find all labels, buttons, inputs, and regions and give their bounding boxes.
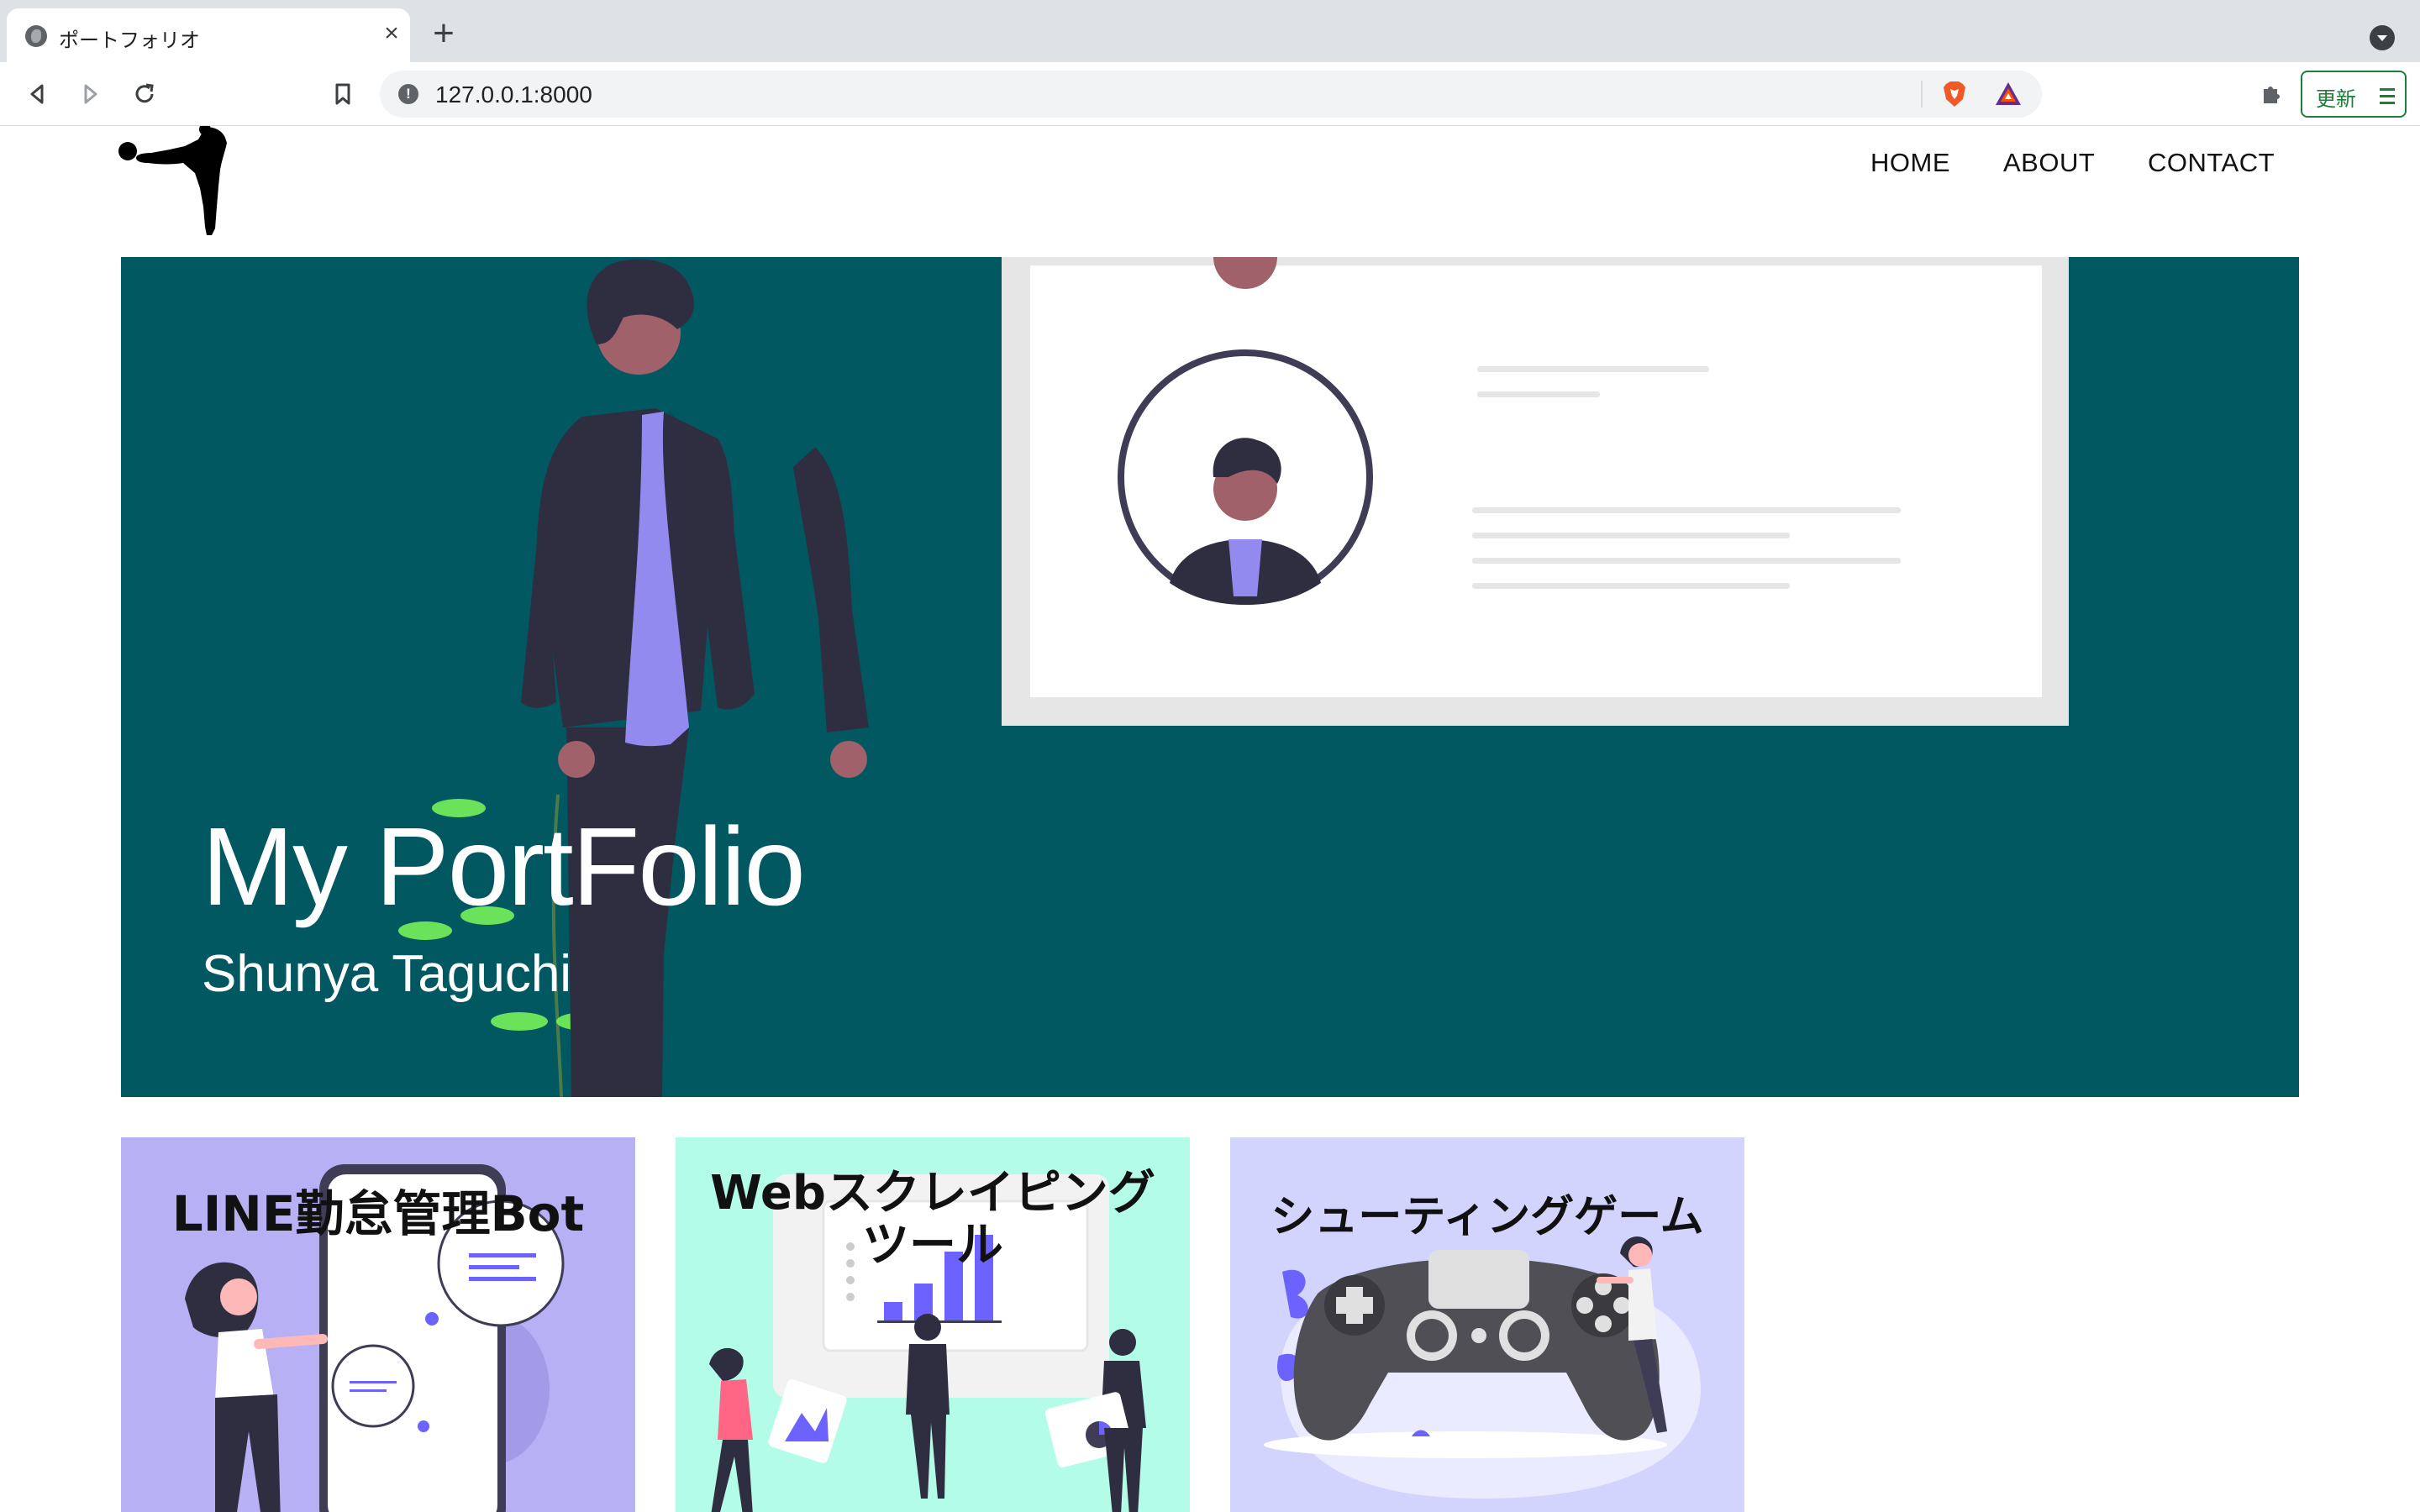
site-logo[interactable] xyxy=(118,126,244,237)
tab-search-icon[interactable] xyxy=(2370,25,2395,50)
card-title-shooting-game: シューティングゲーム xyxy=(1270,1192,1704,1242)
close-tab-icon[interactable]: × xyxy=(376,18,407,49)
hero-banner: My PortFolio Shunya Taguchi xyxy=(121,257,2299,1097)
info-icon[interactable]: ! xyxy=(398,84,418,104)
bookmark-icon[interactable] xyxy=(326,77,360,111)
tab-title: ポートフォリオ xyxy=(59,29,200,52)
browser-toolbar: ! 127.0.0.1:8000 更新 xyxy=(0,62,2420,126)
card-title-web-scraping-line1: Webスクレイピング xyxy=(710,1166,1155,1221)
omnibox-divider xyxy=(1921,81,1923,108)
browser-tab[interactable]: ポートフォリオ × xyxy=(7,8,410,62)
address-bar[interactable]: ! 127.0.0.1:8000 xyxy=(380,71,2042,118)
project-card-line-bot[interactable]: LINE勤怠管理Bot xyxy=(121,1137,635,1512)
nav-about[interactable]: ABOUT xyxy=(2003,148,2095,178)
update-button[interactable]: 更新 xyxy=(2301,71,2407,118)
brave-rewards-icon[interactable] xyxy=(1993,79,2023,109)
forward-icon[interactable] xyxy=(74,77,108,111)
reload-icon[interactable] xyxy=(128,77,161,111)
card-title-line-bot: LINE勤怠管理Bot xyxy=(171,1185,585,1242)
hero-title: My PortFolio xyxy=(202,805,806,928)
browser-tab-strip: ポートフォリオ × + xyxy=(0,0,2420,62)
card-title-web-scraping: Webスクレイピング ツール xyxy=(676,1168,1190,1272)
menu-icon xyxy=(2380,86,2396,104)
back-icon[interactable] xyxy=(20,77,54,111)
brave-shields-icon[interactable] xyxy=(1939,79,1970,109)
nav-contact[interactable]: CONTACT xyxy=(2148,148,2275,178)
card-title-web-scraping-line2: ツール xyxy=(862,1218,1003,1273)
update-label: 更新 xyxy=(2316,88,2356,111)
new-tab-button[interactable]: + xyxy=(427,15,460,52)
address-url[interactable]: 127.0.0.1:8000 xyxy=(435,81,592,108)
project-card-web-scraping[interactable]: Webスクレイピング ツール xyxy=(676,1137,1190,1512)
hero-subtitle: Shunya Taguchi xyxy=(202,945,572,1003)
extensions-icon[interactable] xyxy=(2254,77,2287,111)
nav-home[interactable]: HOME xyxy=(1870,148,1950,178)
project-card-shooting-game[interactable]: シューティングゲーム xyxy=(1230,1137,1744,1512)
globe-icon xyxy=(25,25,47,47)
